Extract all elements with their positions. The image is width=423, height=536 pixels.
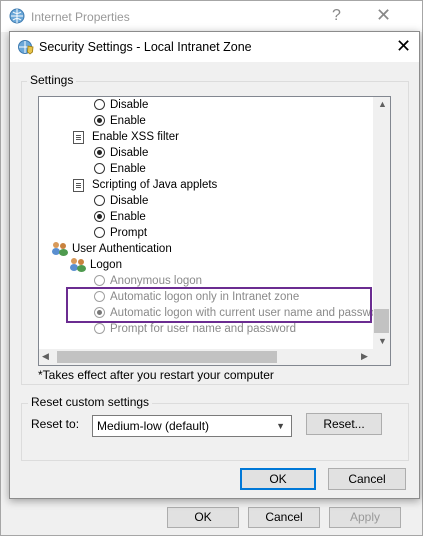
- horizontal-scroll-thumb[interactable]: [57, 351, 277, 363]
- setting-option-label: Enable: [110, 115, 146, 127]
- users-icon: [52, 242, 69, 256]
- setting-subcategory-row: Logon: [39, 257, 373, 273]
- setting-option-row[interactable]: Enable: [39, 161, 373, 177]
- reset-group-label: Reset custom settings: [28, 395, 153, 409]
- setting-group-label: Scripting of Java applets: [92, 179, 218, 191]
- reset-button[interactable]: Reset...: [306, 413, 382, 435]
- internet-properties-title: Internet Properties: [31, 10, 130, 24]
- radio-button[interactable]: [94, 99, 105, 110]
- radio-button[interactable]: [94, 227, 105, 238]
- internet-properties-close-button[interactable]: ✕: [376, 5, 391, 26]
- setting-category-row: User Authentication: [39, 241, 373, 257]
- reset-level-value: Medium-low (default): [97, 419, 210, 433]
- radio-button[interactable]: [94, 195, 105, 206]
- setting-option-label: Disable: [110, 147, 149, 159]
- reset-level-select[interactable]: Medium-low (default) ▼: [92, 415, 292, 437]
- scroll-left-arrow-icon[interactable]: ◀: [42, 351, 49, 362]
- scroll-down-arrow-icon[interactable]: ▼: [378, 336, 387, 346]
- security-settings-dialog: Security Settings - Local Intranet Zone …: [9, 31, 420, 499]
- scroll-up-arrow-icon[interactable]: ▲: [378, 99, 387, 109]
- radio-button-selected[interactable]: [94, 147, 105, 158]
- globe-shield-icon: [18, 40, 34, 55]
- setting-subcategory-label: Logon: [90, 259, 122, 271]
- setting-option-label: Disable: [110, 99, 149, 111]
- dialog-ok-button[interactable]: OK: [240, 468, 316, 490]
- setting-group-label: Enable XSS filter: [92, 131, 179, 143]
- horizontal-scrollbar[interactable]: ◀ ▶: [39, 349, 373, 365]
- radio-button[interactable]: [94, 323, 105, 334]
- settings-document-icon: [73, 179, 84, 192]
- setting-option-row[interactable]: Enable: [39, 113, 373, 129]
- settings-tree: Disable Enable Enable XSS filter Disable Ena…: [38, 96, 391, 366]
- setting-option-row[interactable]: Enable: [39, 209, 373, 225]
- globe-icon: [9, 8, 25, 24]
- radio-button-selected[interactable]: [94, 211, 105, 222]
- radio-button[interactable]: [94, 163, 105, 174]
- dialog-close-button[interactable]: ✕: [396, 36, 411, 57]
- setting-group-row: Scripting of Java applets: [39, 177, 373, 193]
- internet-properties-titlebar: Internet Properties ? ✕: [1, 1, 422, 32]
- internet-properties-ok-button[interactable]: OK: [167, 507, 239, 528]
- restart-footnote: *Takes effect after you restart your com…: [38, 368, 274, 382]
- scrollbar-corner: [373, 349, 390, 365]
- scroll-right-arrow-icon[interactable]: ▶: [361, 351, 368, 362]
- dialog-cancel-button[interactable]: Cancel: [328, 468, 406, 490]
- internet-properties-cancel-button[interactable]: Cancel: [248, 507, 320, 528]
- setting-category-label: User Authentication: [72, 243, 172, 255]
- setting-option-label: Prompt for user name and password: [110, 323, 297, 335]
- radio-button-selected[interactable]: [94, 115, 105, 126]
- setting-option-row[interactable]: Prompt: [39, 225, 373, 241]
- reset-to-label: Reset to:: [31, 417, 80, 431]
- dialog-titlebar: Security Settings - Local Intranet Zone …: [10, 32, 419, 62]
- setting-option-row[interactable]: Disable: [39, 193, 373, 209]
- setting-option-row[interactable]: Disable: [39, 145, 373, 161]
- radio-button[interactable]: [94, 275, 105, 286]
- highlight-box: [66, 287, 372, 323]
- chevron-down-icon: ▼: [276, 421, 285, 431]
- internet-properties-apply-button[interactable]: Apply: [329, 507, 401, 528]
- setting-option-label: Enable: [110, 163, 146, 175]
- setting-option-label: Prompt: [110, 227, 148, 239]
- users-icon: [70, 258, 87, 272]
- setting-option-row[interactable]: Disable: [39, 97, 373, 113]
- settings-group-label: Settings: [27, 73, 77, 87]
- setting-option-label: Disable: [110, 195, 149, 207]
- setting-option-label: Enable: [110, 211, 146, 223]
- vertical-scrollbar[interactable]: ▲ ▼: [373, 97, 390, 349]
- vertical-scroll-thumb[interactable]: [374, 309, 389, 333]
- setting-group-row: Enable XSS filter: [39, 129, 373, 145]
- help-button[interactable]: ?: [332, 7, 341, 25]
- setting-option-row[interactable]: Prompt for user name and password: [39, 321, 373, 337]
- dialog-title: Security Settings - Local Intranet Zone: [39, 40, 252, 54]
- settings-document-icon: [73, 131, 84, 144]
